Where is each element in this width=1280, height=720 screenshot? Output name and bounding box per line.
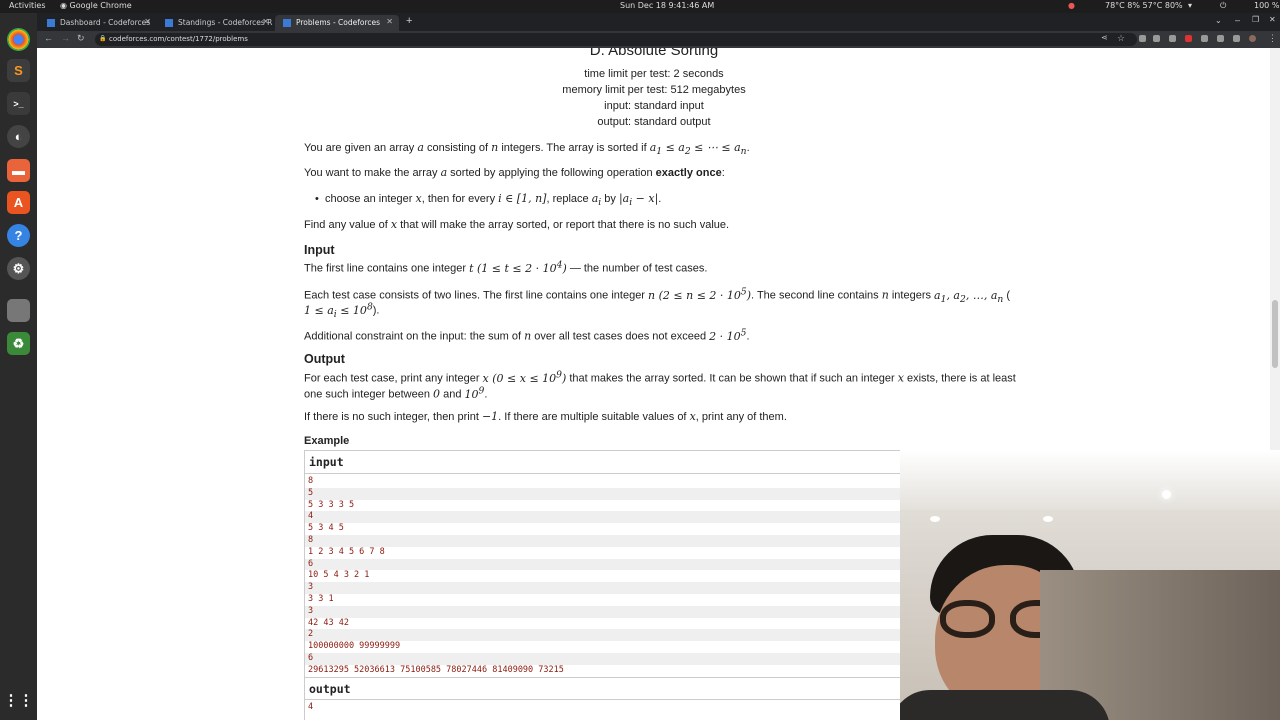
example-input-line: 3 <box>305 582 900 594</box>
example-input-line: 1 2 3 4 5 6 7 8 <box>308 546 385 557</box>
app-dock: S >_ ◐ ▬ A ? ⚙ ♻ ⋮⋮ <box>0 13 37 720</box>
output-line-2: one such integer between 0 and 109. <box>304 385 488 401</box>
settings-icon[interactable]: ⚙ <box>7 257 30 280</box>
example-input-line: 5 3 4 5 <box>308 523 344 534</box>
statement-paragraph-3: Find any value of x that will make the a… <box>304 218 730 231</box>
tab-search-icon[interactable]: ⌄ <box>1215 16 1222 25</box>
browser-tab-strip: Dashboard - Codeforces ✕ Standings - Code… <box>37 13 1280 31</box>
input-line-1: The first line contains one integer t (1… <box>304 259 708 275</box>
wifi-icon[interactable]: ▾ <box>1188 1 1192 10</box>
power-icon[interactable]: ⏻ <box>1220 1 1226 11</box>
example-input-line: 2 <box>305 629 900 642</box>
back-icon[interactable]: ← <box>44 33 53 43</box>
reload-icon[interactable]: ↻ <box>77 33 85 44</box>
profile-avatar[interactable] <box>1249 35 1256 42</box>
close-icon[interactable]: ✕ <box>386 17 393 26</box>
output-heading: Output <box>304 352 345 366</box>
sublime-text-icon[interactable]: S <box>7 59 30 82</box>
input-line-3: Additional constraint on the input: the … <box>304 327 750 343</box>
system-top-bar: Activities ◉ Google Chrome Sun Dec 18 9:… <box>0 0 1280 13</box>
url-text: codeforces.com/contest/1772/problems <box>109 35 248 43</box>
share-icon[interactable]: ⋖ <box>1101 33 1108 42</box>
example-input-line: 6 <box>305 558 900 571</box>
webcam-overlay <box>900 450 1280 720</box>
example-input-line: 100000000 99999999 <box>308 641 401 652</box>
media-icon[interactable] <box>1217 35 1224 42</box>
minimize-icon[interactable]: – <box>1235 15 1240 25</box>
activities-button[interactable]: Activities <box>9 1 46 10</box>
tab-problems[interactable]: Problems - Codeforces ✕ <box>275 15 399 31</box>
input-line-2: Each test case consists of two lines. Th… <box>304 286 1011 305</box>
sidebar-icon[interactable] <box>1233 35 1240 42</box>
example-input-line: 4 <box>305 511 900 524</box>
example-input-line: 5 <box>305 487 900 500</box>
browser-toolbar: ← → ↻ 🔒 codeforces.com/contest/1772/prob… <box>37 31 1280 48</box>
trash-icon[interactable]: ♻ <box>7 332 30 355</box>
codeforces-favicon-icon <box>47 19 55 27</box>
puzzle-extensions-icon[interactable] <box>1201 35 1208 42</box>
chrome-menu-icon[interactable]: ⋮ <box>1268 33 1277 44</box>
example-input-line: 3 <box>305 605 900 618</box>
memory-limit: memory limit per test: 512 megabytes <box>562 84 746 96</box>
input-file: input: standard input <box>604 100 704 112</box>
example-input-line: 42 43 42 <box>308 617 349 628</box>
problem-title: D. Absolute Sorting <box>589 48 719 59</box>
codeforces-favicon-icon <box>165 19 173 27</box>
new-tab-button[interactable]: + <box>406 15 412 27</box>
show-apps-icon[interactable]: ⋮⋮ <box>4 688 34 711</box>
tab-dashboard[interactable]: Dashboard - Codeforces ✕ <box>39 15 157 31</box>
battery-level[interactable]: 100 % <box>1254 1 1279 10</box>
tab-standings[interactable]: Standings - Codeforces R ✕ <box>157 15 275 31</box>
input-line-2-cont: 1 ≤ ai ≤ 108). <box>304 301 380 320</box>
address-bar[interactable]: 🔒 codeforces.com/contest/1772/problems <box>95 33 1137 46</box>
extension-icon[interactable] <box>1169 35 1176 42</box>
system-stats[interactable]: 78°C 8% 57°C 80% <box>1105 1 1183 10</box>
close-icon[interactable]: ✕ <box>144 17 151 26</box>
extension-icon[interactable] <box>1185 35 1192 42</box>
files-icon[interactable]: ▬ <box>7 159 30 182</box>
maximize-icon[interactable]: ❐ <box>1252 15 1259 24</box>
output-line-1: For each test case, print any integer x … <box>304 369 1016 385</box>
output-line-3: If there is no such integer, then print … <box>304 410 787 423</box>
scrollbar-thumb[interactable] <box>1272 300 1278 368</box>
close-icon[interactable]: ✕ <box>262 17 269 26</box>
lock-icon: 🔒 <box>99 35 107 42</box>
example-input-line: 8 <box>308 476 314 486</box>
clock[interactable]: Sun Dec 18 9:41:46 AM <box>620 1 714 10</box>
software-center-icon[interactable]: A <box>7 191 30 214</box>
operation-bullet: • choose an integer x, then for every i … <box>315 192 662 209</box>
example-input-line: 3 3 1 <box>308 593 334 604</box>
example-input-line: 10 5 4 3 2 1 <box>308 570 370 581</box>
time-limit: time limit per test: 2 seconds <box>584 68 724 80</box>
bookmark-star-icon[interactable]: ☆ <box>1117 33 1125 44</box>
example-input-line: 6 <box>305 652 900 665</box>
input-heading: Input <box>304 243 335 257</box>
active-app-menu[interactable]: ◉ Google Chrome <box>60 1 132 10</box>
example-input-label: input <box>305 451 900 474</box>
drive-icon[interactable] <box>7 299 30 322</box>
example-box: input 855 3 3 3 545 3 4 581 2 3 4 5 6 7 … <box>304 450 901 720</box>
record-indicator-icon: ● <box>1068 1 1075 10</box>
extension-icon[interactable] <box>1153 35 1160 42</box>
obs-icon[interactable]: ◐ <box>7 125 30 148</box>
window-close-icon[interactable]: ✕ <box>1269 15 1276 24</box>
example-input-block[interactable]: 855 3 3 3 545 3 4 581 2 3 4 5 6 7 8 6 10 5… <box>305 474 900 677</box>
example-output-line: 4 <box>308 701 314 712</box>
chrome-icon: ◉ <box>60 1 70 10</box>
help-icon[interactable]: ? <box>7 224 30 247</box>
example-output-block[interactable]: 4 <box>305 700 900 714</box>
output-file: output: standard output <box>597 116 711 128</box>
statement-paragraph-1: You are given an array a consisting of n… <box>304 141 750 158</box>
example-input-line: 5 3 3 3 5 <box>308 499 355 510</box>
example-input-line: 29613295 52036613 75100585 78027446 8140… <box>308 664 564 675</box>
example-heading: Example <box>304 435 350 447</box>
statement-paragraph-2: You want to make the array a sorted by a… <box>304 166 725 179</box>
example-input-line: 8 <box>305 534 900 547</box>
chrome-dock-icon[interactable] <box>7 28 30 51</box>
codeforces-favicon-icon <box>283 19 291 27</box>
example-output-label: output <box>305 676 900 700</box>
forward-icon[interactable]: → <box>61 33 70 43</box>
extension-icon[interactable] <box>1139 35 1146 42</box>
terminal-icon[interactable]: >_ <box>7 92 30 115</box>
